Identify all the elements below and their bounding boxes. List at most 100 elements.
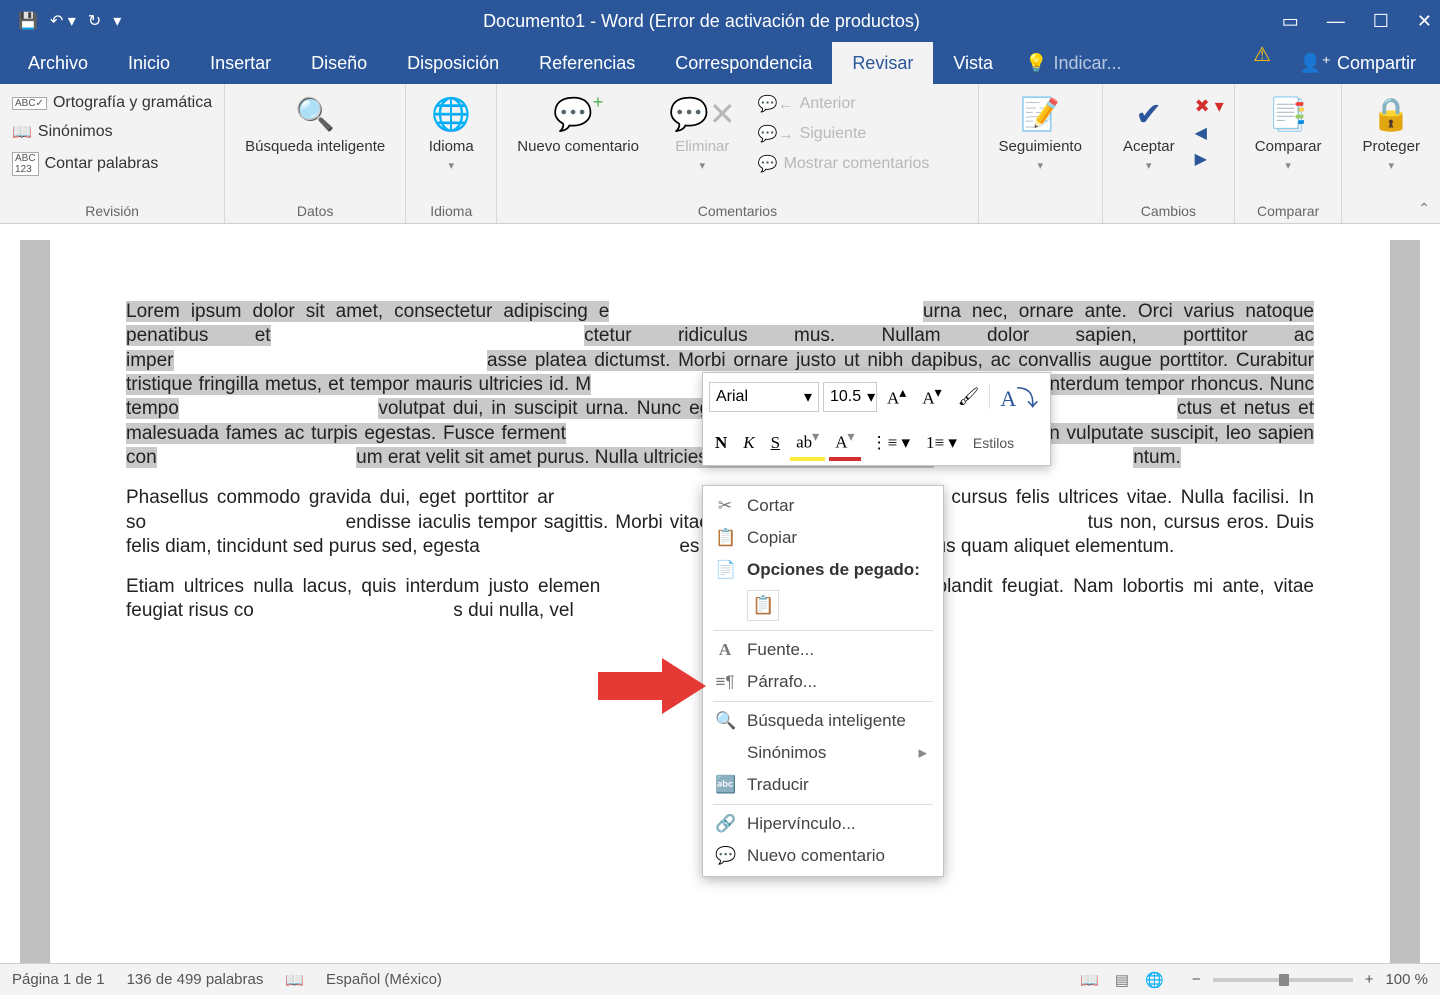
- word-count-button[interactable]: ABC123Contar palabras: [10, 148, 214, 180]
- zoom-level[interactable]: 100 %: [1385, 971, 1428, 988]
- bold-button[interactable]: N: [709, 429, 733, 457]
- ctx-paragraph[interactable]: ≡¶Párrafo...: [703, 666, 943, 698]
- magnify-icon: 🔍: [715, 711, 735, 731]
- zoom-in-button[interactable]: +: [1365, 971, 1374, 988]
- person-icon: 👤⁺: [1299, 53, 1331, 74]
- thesaurus-button[interactable]: 📖Sinónimos: [10, 118, 214, 146]
- status-language[interactable]: Español (México): [326, 971, 442, 988]
- highlight-button[interactable]: ab▾: [790, 425, 825, 461]
- close-icon[interactable]: ✕: [1417, 11, 1432, 32]
- group-idioma: 🌐 Idioma Idioma: [406, 84, 497, 223]
- ctx-smart-lookup[interactable]: 🔍Búsqueda inteligente: [703, 705, 943, 737]
- tab-inicio[interactable]: Inicio: [108, 42, 190, 84]
- next-change-icon[interactable]: ▶: [1195, 149, 1224, 169]
- translate-icon: 🔤: [715, 775, 735, 795]
- ctx-synonyms[interactable]: Sinónimos: [703, 737, 943, 769]
- bullets-button[interactable]: ⋮≡ ▾: [865, 429, 916, 457]
- book-icon: 📖: [12, 122, 32, 142]
- shrink-font-icon[interactable]: A▾: [916, 381, 947, 413]
- tab-insertar[interactable]: Insertar: [190, 42, 291, 84]
- show-comments-button: 💬Mostrar comentarios: [756, 150, 932, 178]
- maximize-icon[interactable]: ☐: [1373, 11, 1389, 32]
- prev-change-icon[interactable]: ◀: [1195, 123, 1224, 143]
- quick-access-toolbar: 💾 ↶ ▾ ↻ ▾: [18, 11, 121, 31]
- underline-button[interactable]: S: [765, 429, 786, 457]
- ribbon-content: ABC✓Ortografía y gramática 📖Sinónimos AB…: [0, 84, 1440, 224]
- group-datos: 🔍 Búsqueda inteligente Datos: [225, 84, 406, 223]
- tab-referencias[interactable]: Referencias: [519, 42, 655, 84]
- font-size-select[interactable]: 10.5▾: [823, 382, 877, 412]
- tracking-button[interactable]: 📝 Seguimiento: [989, 90, 1092, 176]
- globe-icon: 🌐: [431, 94, 471, 134]
- window-title: Documento1 - Word (Error de activación d…: [121, 11, 1282, 32]
- numbering-button[interactable]: 1≡ ▾: [920, 429, 963, 457]
- compare-icon: 📑: [1268, 94, 1308, 134]
- status-proofing-icon[interactable]: 📖: [285, 971, 304, 989]
- group-comparar: 📑 Comparar Comparar: [1235, 84, 1343, 223]
- language-button[interactable]: 🌐 Idioma: [416, 90, 486, 176]
- tab-diseno[interactable]: Diseño: [291, 42, 387, 84]
- ctx-font[interactable]: AFuente...: [703, 634, 943, 666]
- status-page[interactable]: Página 1 de 1: [12, 971, 105, 988]
- minimize-icon[interactable]: —: [1327, 11, 1345, 32]
- ctx-paste-header: 📄Opciones de pegado:: [703, 554, 943, 586]
- reject-icon[interactable]: ✖ ▾: [1195, 96, 1224, 117]
- collapse-ribbon-icon[interactable]: ⌃: [1418, 200, 1430, 217]
- compare-button[interactable]: 📑 Comparar: [1245, 90, 1332, 176]
- ctx-new-comment[interactable]: 💬Nuevo comentario: [703, 840, 943, 872]
- paste-options: 📋: [703, 586, 943, 627]
- ctx-copy[interactable]: 📋Copiar: [703, 522, 943, 554]
- status-bar: Página 1 de 1 136 de 499 palabras 📖 Espa…: [0, 963, 1440, 995]
- warning-icon[interactable]: ⚠: [1253, 42, 1271, 84]
- view-read-icon[interactable]: 📖: [1074, 972, 1105, 989]
- font-family-select[interactable]: Arial▾: [709, 382, 819, 412]
- ctx-cut[interactable]: ✂Cortar: [703, 490, 943, 522]
- spelling-button[interactable]: ABC✓Ortografía y gramática: [10, 90, 214, 116]
- link-icon: 🔗: [715, 814, 735, 834]
- lock-icon: 🔒: [1371, 94, 1411, 134]
- comment-icon: 💬: [715, 846, 735, 866]
- group-comentarios: 💬+ Nuevo comentario 💬✕ Eliminar 💬←Anteri…: [497, 84, 978, 223]
- smart-lookup-button[interactable]: 🔍 Búsqueda inteligente: [235, 90, 395, 159]
- grow-font-icon[interactable]: A▴: [881, 381, 912, 413]
- tab-correspondencia[interactable]: Correspondencia: [655, 42, 832, 84]
- zoom-slider[interactable]: [1213, 978, 1353, 982]
- zoom-out-button[interactable]: −: [1192, 971, 1201, 988]
- ctx-translate[interactable]: 🔤Traducir: [703, 769, 943, 801]
- new-comment-button[interactable]: 💬+ Nuevo comentario: [507, 90, 649, 159]
- italic-button[interactable]: K: [737, 429, 760, 457]
- view-web-icon[interactable]: 🌐: [1139, 972, 1170, 989]
- paragraph-icon: ≡¶: [715, 672, 735, 692]
- comment-plus-icon: 💬+: [553, 94, 603, 134]
- group-revision: ABC✓Ortografía y gramática 📖Sinónimos AB…: [0, 84, 225, 223]
- accept-button[interactable]: ✔ Aceptar: [1113, 90, 1185, 176]
- window-controls: ▭ — ☐ ✕: [1282, 11, 1432, 32]
- paste-keep-source-icon[interactable]: 📋: [747, 590, 779, 621]
- styles-icon[interactable]: A⤵: [994, 377, 1044, 417]
- tab-disposicion[interactable]: Disposición: [387, 42, 519, 84]
- qat-more-icon[interactable]: ▾: [113, 11, 121, 31]
- view-print-icon[interactable]: ▤: [1109, 972, 1135, 989]
- redo-icon[interactable]: ↻: [88, 11, 101, 31]
- format-painter-icon[interactable]: 🖌: [952, 383, 986, 411]
- abc-check-icon: ABC✓: [12, 97, 47, 110]
- tell-me-input[interactable]: 💡 Indicar...: [1013, 42, 1133, 84]
- check-icon: ✔: [1135, 94, 1162, 134]
- tab-archivo[interactable]: Archivo: [8, 42, 108, 84]
- status-word-count[interactable]: 136 de 499 palabras: [127, 971, 264, 988]
- ribbon-display-icon[interactable]: ▭: [1282, 11, 1299, 32]
- scissors-icon: ✂: [715, 496, 735, 516]
- tab-revisar[interactable]: Revisar: [832, 42, 933, 84]
- share-button[interactable]: 👤⁺ Compartir: [1283, 42, 1432, 84]
- font-color-button[interactable]: A▾: [829, 425, 860, 461]
- tab-vista[interactable]: Vista: [933, 42, 1013, 84]
- view-buttons: 📖 ▤ 🌐: [1074, 971, 1170, 989]
- context-menu: ✂Cortar 📋Copiar 📄Opciones de pegado: 📋 A…: [702, 485, 944, 877]
- undo-icon[interactable]: ↶ ▾: [50, 11, 76, 31]
- styles-label[interactable]: Estilos: [967, 435, 1020, 451]
- ctx-hyperlink[interactable]: 🔗Hipervínculo...: [703, 808, 943, 840]
- protect-button[interactable]: 🔒 Proteger: [1352, 90, 1430, 176]
- save-icon[interactable]: 💾: [18, 11, 38, 31]
- bulb-icon: 💡: [1025, 53, 1047, 74]
- comment-x-icon: 💬✕: [669, 94, 736, 134]
